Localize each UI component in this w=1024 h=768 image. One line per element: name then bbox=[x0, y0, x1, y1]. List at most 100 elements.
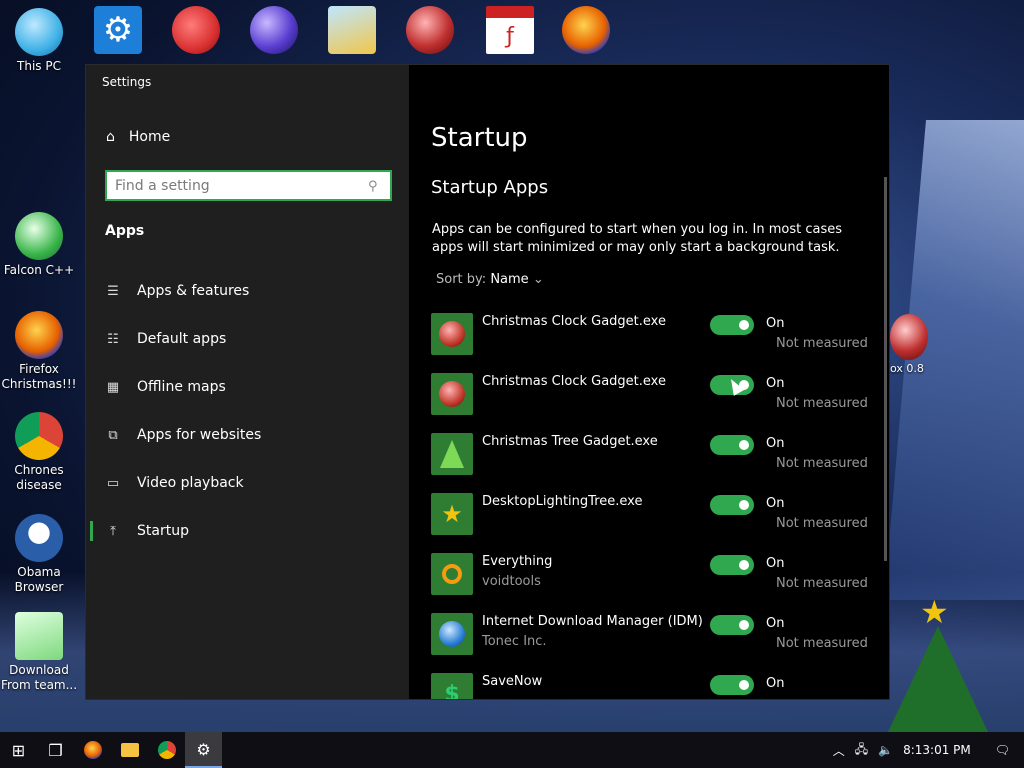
startup-toggle[interactable] bbox=[710, 315, 754, 335]
apps-list-icon: ☰ bbox=[107, 283, 119, 299]
chevron-down-icon: ⌄ bbox=[532, 272, 544, 287]
desktop-icon-label: Obama Browser bbox=[14, 565, 64, 594]
desktop-icon-top-7[interactable] bbox=[560, 6, 612, 58]
volume-icon[interactable]: 🔈 bbox=[878, 743, 893, 757]
swf-file-icon: ƒ bbox=[486, 6, 534, 54]
toggle-state: On bbox=[766, 676, 785, 691]
sidebar-item-label: Video playback bbox=[137, 475, 244, 491]
taskbar: ⊞ ❒ ⚙ ︿ 🖧 🔈 8:13:01 PM 🗨 bbox=[0, 732, 1024, 768]
chevron-up-icon[interactable]: ︿ bbox=[833, 742, 845, 759]
desktop-icon-this-pc[interactable]: This PC bbox=[0, 8, 78, 74]
sidebar-item-default-apps[interactable]: ☷ Default apps bbox=[86, 319, 409, 359]
desktop-icon-firefox-christmas[interactable]: Firefox Christmas!!! bbox=[0, 311, 78, 392]
taskbar-file-explorer[interactable] bbox=[111, 732, 148, 768]
desktop-icon-label: Download From team... bbox=[0, 663, 78, 692]
startup-toggle[interactable] bbox=[710, 435, 754, 455]
desktop-icon-top-5[interactable] bbox=[404, 6, 456, 58]
search-box[interactable]: ⚲ bbox=[105, 170, 392, 201]
app-name: Christmas Clock Gadget.exe bbox=[482, 374, 666, 389]
star-icon: ★ bbox=[920, 593, 949, 631]
monitor-icon bbox=[15, 8, 63, 56]
startup-app-row: Internet Download Manager (IDM) Tonec In… bbox=[409, 613, 889, 673]
desktop-icon-label: Firefox Christmas!!! bbox=[1, 362, 77, 391]
recycle-icon bbox=[15, 212, 63, 260]
clock[interactable]: 8:13:01 PM bbox=[903, 743, 971, 757]
desktop-icon-top-6[interactable]: ƒ bbox=[484, 6, 536, 58]
startup-impact: Not measured bbox=[776, 396, 868, 411]
sidebar-item-label: Default apps bbox=[137, 331, 227, 347]
desktop-icon-top-1[interactable]: ⚙ bbox=[92, 6, 144, 58]
startup-toggle[interactable] bbox=[710, 615, 754, 635]
desktop-icon-label-partial: ox 0.8 bbox=[890, 362, 924, 375]
desktop-icon-top-3[interactable] bbox=[248, 6, 300, 58]
sidebar: ⌂ Home ⚲ Apps ☰ Apps & features ☷ Defaul… bbox=[86, 65, 409, 699]
desktop-icon-download[interactable]: Download From team... bbox=[0, 612, 78, 693]
startup-app-row: Christmas Tree Gadget.exe On Not measure… bbox=[409, 433, 889, 493]
taskbar-firefox[interactable] bbox=[74, 732, 111, 768]
desktop-icon-top-2[interactable] bbox=[170, 6, 222, 58]
app-name: DesktopLightingTree.exe bbox=[482, 494, 643, 509]
startup-icon: ⤒ bbox=[110, 523, 116, 539]
app-name: Everything bbox=[482, 554, 553, 569]
christmas-clock-icon bbox=[431, 313, 473, 355]
ornament-ball-icon bbox=[406, 6, 454, 54]
search-icon[interactable]: ⚲ bbox=[368, 179, 382, 194]
app-publisher: Tonec Inc. bbox=[482, 634, 547, 649]
system-tray: ︿ 🖧 🔈 8:13:01 PM 🗨 bbox=[833, 732, 1024, 768]
startup-app-row: $ SaveNow On bbox=[409, 673, 889, 699]
startup-toggle[interactable] bbox=[710, 675, 754, 695]
sidebar-item-offline-maps[interactable]: ▦ Offline maps bbox=[86, 367, 409, 407]
window-title: Settings bbox=[102, 75, 152, 89]
ornament-ball-icon bbox=[250, 6, 298, 54]
start-button[interactable]: ⊞ bbox=[0, 732, 37, 768]
startup-toggle[interactable] bbox=[710, 555, 754, 575]
sidebar-item-label: Apps & features bbox=[137, 283, 250, 299]
toggle-state: On bbox=[766, 616, 785, 631]
taskbar-chrome[interactable] bbox=[148, 732, 185, 768]
background-mountain bbox=[884, 120, 1024, 600]
sidebar-item-label: Startup bbox=[137, 523, 189, 539]
startup-impact: Not measured bbox=[776, 516, 868, 531]
toggle-state: On bbox=[766, 316, 785, 331]
notepad-icon bbox=[15, 612, 63, 660]
page-description: Apps can be configured to start when you… bbox=[432, 222, 843, 255]
app-name: Internet Download Manager (IDM) bbox=[482, 614, 703, 629]
magnifier-icon bbox=[431, 553, 473, 595]
app-name: SaveNow bbox=[482, 674, 543, 689]
desktop-icon-falcon[interactable]: Falcon C++ bbox=[0, 212, 78, 278]
chrome-icon bbox=[15, 412, 63, 460]
red-fuzzball-icon bbox=[172, 6, 220, 54]
sidebar-item-video-playback[interactable]: ▭ Video playback bbox=[86, 463, 409, 503]
sort-value: Name bbox=[490, 272, 529, 287]
startup-app-row: ★ DesktopLightingTree.exe On Not measure… bbox=[409, 493, 889, 553]
taskbar-settings[interactable]: ⚙ bbox=[185, 732, 222, 768]
network-icon[interactable]: 🖧 bbox=[855, 740, 868, 761]
home-label: Home bbox=[128, 129, 171, 145]
home-icon: ⌂ bbox=[106, 129, 115, 145]
open-link-icon: ⧉ bbox=[108, 427, 118, 443]
home-link[interactable]: ⌂ Home bbox=[106, 129, 170, 145]
sidebar-item-apps-for-websites[interactable]: ⧉ Apps for websites bbox=[86, 415, 409, 455]
ornament-ball-icon bbox=[890, 314, 928, 360]
download-manager-icon bbox=[431, 613, 473, 655]
task-view-button[interactable]: ❒ bbox=[37, 732, 74, 768]
search-input[interactable] bbox=[115, 177, 368, 194]
lighting-tree-icon: ★ bbox=[431, 493, 473, 535]
desktop-icon-top-4[interactable] bbox=[326, 6, 378, 58]
savenow-icon: $ bbox=[431, 673, 473, 699]
video-icon: ▭ bbox=[106, 475, 120, 491]
sidebar-item-startup[interactable]: ⤒ Startup bbox=[86, 511, 409, 551]
folder-app-icon bbox=[328, 6, 376, 54]
sidebar-item-apps-features[interactable]: ☰ Apps & features bbox=[86, 271, 409, 311]
action-center-icon[interactable]: 🗨 bbox=[995, 743, 1010, 757]
toggle-state: On bbox=[766, 376, 785, 391]
settings-window: ⌂ Home ⚲ Apps ☰ Apps & features ☷ Defaul… bbox=[85, 64, 890, 700]
desktop-icon-obama[interactable]: Obama Browser bbox=[0, 514, 78, 595]
startup-impact: Not measured bbox=[776, 336, 868, 351]
startup-impact: Not measured bbox=[776, 636, 868, 651]
desktop-icon-chrones[interactable]: Chrones disease bbox=[0, 412, 78, 493]
chrome-icon bbox=[157, 741, 176, 759]
startup-toggle[interactable] bbox=[710, 495, 754, 515]
sort-dropdown[interactable]: Sort by: Name ⌄ bbox=[436, 272, 544, 287]
settings-gear-icon: ⚙ bbox=[94, 6, 142, 54]
